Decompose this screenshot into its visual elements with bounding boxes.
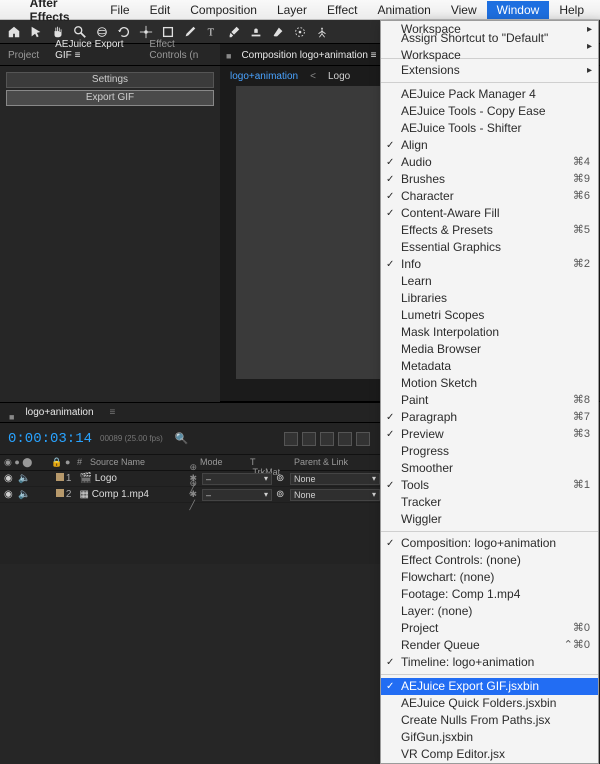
blend-mode[interactable]: –▾	[202, 489, 272, 501]
menu-item[interactable]: ✓Audio⌘4	[381, 154, 598, 171]
menu-item[interactable]: Mask Interpolation	[381, 324, 598, 341]
select-tool-icon[interactable]	[28, 24, 44, 40]
roto-tool-icon[interactable]	[292, 24, 308, 40]
blend-mode[interactable]: –▾	[202, 473, 272, 485]
menu-item[interactable]: Flowchart: (none)	[381, 569, 598, 586]
menu-item[interactable]: Wiggler	[381, 511, 598, 528]
stamp-tool-icon[interactable]	[248, 24, 264, 40]
menu-item[interactable]: ✓Paragraph⌘7	[381, 409, 598, 426]
menu-file[interactable]: File	[100, 1, 139, 19]
left-tabs: Project AEJuice Export GIF ≡ Effect Cont…	[0, 44, 220, 66]
menu-item[interactable]: Media Browser	[381, 341, 598, 358]
viewer-rec-icon: ■	[224, 47, 233, 65]
menu-item[interactable]: AEJuice Quick Folders.jsxbin	[381, 695, 598, 712]
viewer-tab[interactable]: Composition logo+animation ≡	[233, 46, 384, 65]
viewer-comp-sub[interactable]: Logo	[328, 71, 350, 82]
menu-item[interactable]: AEJuice Tools - Copy Ease	[381, 103, 598, 120]
tl-toggle-3[interactable]	[320, 432, 334, 446]
menu-item[interactable]: Effects & Presets⌘5	[381, 222, 598, 239]
menu-item[interactable]: Layer: (none)	[381, 603, 598, 620]
menu-item[interactable]: AEJuice Tools - Shifter	[381, 120, 598, 137]
home-icon[interactable]	[6, 24, 22, 40]
timecode[interactable]: 0:00:03:14	[8, 431, 92, 447]
col-parent: Parent & Link	[290, 455, 380, 470]
menu-view[interactable]: View	[441, 1, 487, 19]
timeline-panel: ■ logo+animation ≡ 0:00:03:14 00089 (25.…	[0, 402, 380, 564]
menu-item[interactable]: Motion Sketch	[381, 375, 598, 392]
settings-button[interactable]: Settings	[6, 72, 214, 88]
eye-icon[interactable]: ◉	[0, 473, 14, 484]
window-menu[interactable]: WorkspaceAssign Shortcut to "Default" Wo…	[380, 20, 599, 764]
eye-icon[interactable]: ◉	[0, 489, 14, 500]
puppet-tool-icon[interactable]	[314, 24, 330, 40]
menu-help[interactable]: Help	[549, 1, 594, 19]
search-icon[interactable]: 🔍	[175, 432, 189, 445]
menu-item[interactable]: ✓Info⌘2	[381, 256, 598, 273]
menu-item[interactable]: ✓Brushes⌘9	[381, 171, 598, 188]
timeline-rec-icon: ■	[6, 409, 17, 422]
col-trk: T .TrkMat	[246, 455, 290, 470]
panel-content: Settings Export GIF	[0, 66, 220, 114]
menu-item[interactable]: ✓Align	[381, 137, 598, 154]
col-source: Source Name	[86, 455, 196, 470]
menu-item[interactable]: Render Queue⌃⌘0	[381, 637, 598, 654]
menu-item[interactable]: Assign Shortcut to "Default" Workspace	[381, 38, 598, 55]
menu-item[interactable]: Create Nulls From Paths.jsx	[381, 712, 598, 729]
menu-item[interactable]: Progress	[381, 443, 598, 460]
tl-toggle-1[interactable]	[284, 432, 298, 446]
menu-item[interactable]: Project⌘0	[381, 620, 598, 637]
audio-icon[interactable]: 🔈	[14, 489, 28, 500]
menu-item[interactable]: ✓Character⌘6	[381, 188, 598, 205]
audio-icon[interactable]: 🔈	[14, 473, 28, 484]
parent-link[interactable]: None▾	[290, 489, 380, 501]
menu-item[interactable]: Metadata	[381, 358, 598, 375]
menu-effect[interactable]: Effect	[317, 1, 367, 19]
menu-item[interactable]: ✓Tools⌘1	[381, 477, 598, 494]
menu-item[interactable]: VR Comp Editor.jsx	[381, 746, 598, 763]
col-mode: Mode	[196, 455, 246, 470]
parent-link[interactable]: None▾	[290, 473, 380, 485]
eraser-tool-icon[interactable]	[270, 24, 286, 40]
menu-item[interactable]: Lumetri Scopes	[381, 307, 598, 324]
menu-item[interactable]: Essential Graphics	[381, 239, 598, 256]
menu-item[interactable]: Effect Controls: (none)	[381, 552, 598, 569]
tab-project[interactable]: Project	[0, 46, 47, 65]
menu-layer[interactable]: Layer	[267, 1, 317, 19]
menu-item[interactable]: ✓Preview⌘3	[381, 426, 598, 443]
menubar: After Effects File Edit Composition Laye…	[0, 0, 600, 20]
layer-row[interactable]: ◉🔈2▦ Comp 1.mp4⊕ ✱ ╱–▾⊚None▾	[0, 487, 380, 503]
menu-animation[interactable]: Animation	[367, 1, 440, 19]
menu-item[interactable]: Footage: Comp 1.mp4	[381, 586, 598, 603]
menu-item[interactable]: Learn	[381, 273, 598, 290]
tl-toggle-4[interactable]	[338, 432, 352, 446]
menu-window[interactable]: Window	[487, 1, 550, 19]
viewer-comp-link[interactable]: logo+animation	[230, 71, 298, 82]
menu-composition[interactable]: Composition	[180, 1, 267, 19]
timeline-tab[interactable]: logo+animation	[17, 403, 101, 422]
tl-toggle-2[interactable]	[302, 432, 316, 446]
menu-item[interactable]: Smoother	[381, 460, 598, 477]
menu-item[interactable]: Libraries	[381, 290, 598, 307]
tl-toggle-5[interactable]	[356, 432, 370, 446]
menu-item[interactable]: ✓Timeline: logo+animation	[381, 654, 598, 671]
tab-effect-controls[interactable]: Effect Controls (n	[141, 35, 220, 65]
tab-aejuice-export[interactable]: AEJuice Export GIF ≡	[47, 35, 141, 65]
frame-info: 00089 (25.00 fps)	[100, 434, 163, 443]
menu-item[interactable]: Extensions	[381, 62, 598, 79]
app-name[interactable]: After Effects	[20, 0, 101, 26]
menu-item[interactable]: AEJuice Pack Manager 4	[381, 86, 598, 103]
export-gif-button[interactable]: Export GIF	[6, 90, 214, 106]
menu-item[interactable]: ✓Content-Aware Fill	[381, 205, 598, 222]
menu-item[interactable]: Tracker	[381, 494, 598, 511]
menu-edit[interactable]: Edit	[140, 1, 181, 19]
menu-item[interactable]: ✓AEJuice Export GIF.jsxbin	[381, 678, 598, 695]
menu-item[interactable]: GifGun.jsxbin	[381, 729, 598, 746]
brush-tool-icon[interactable]	[226, 24, 242, 40]
menu-item[interactable]: Paint⌘8	[381, 392, 598, 409]
menu-item[interactable]: ✓Composition: logo+animation	[381, 535, 598, 552]
